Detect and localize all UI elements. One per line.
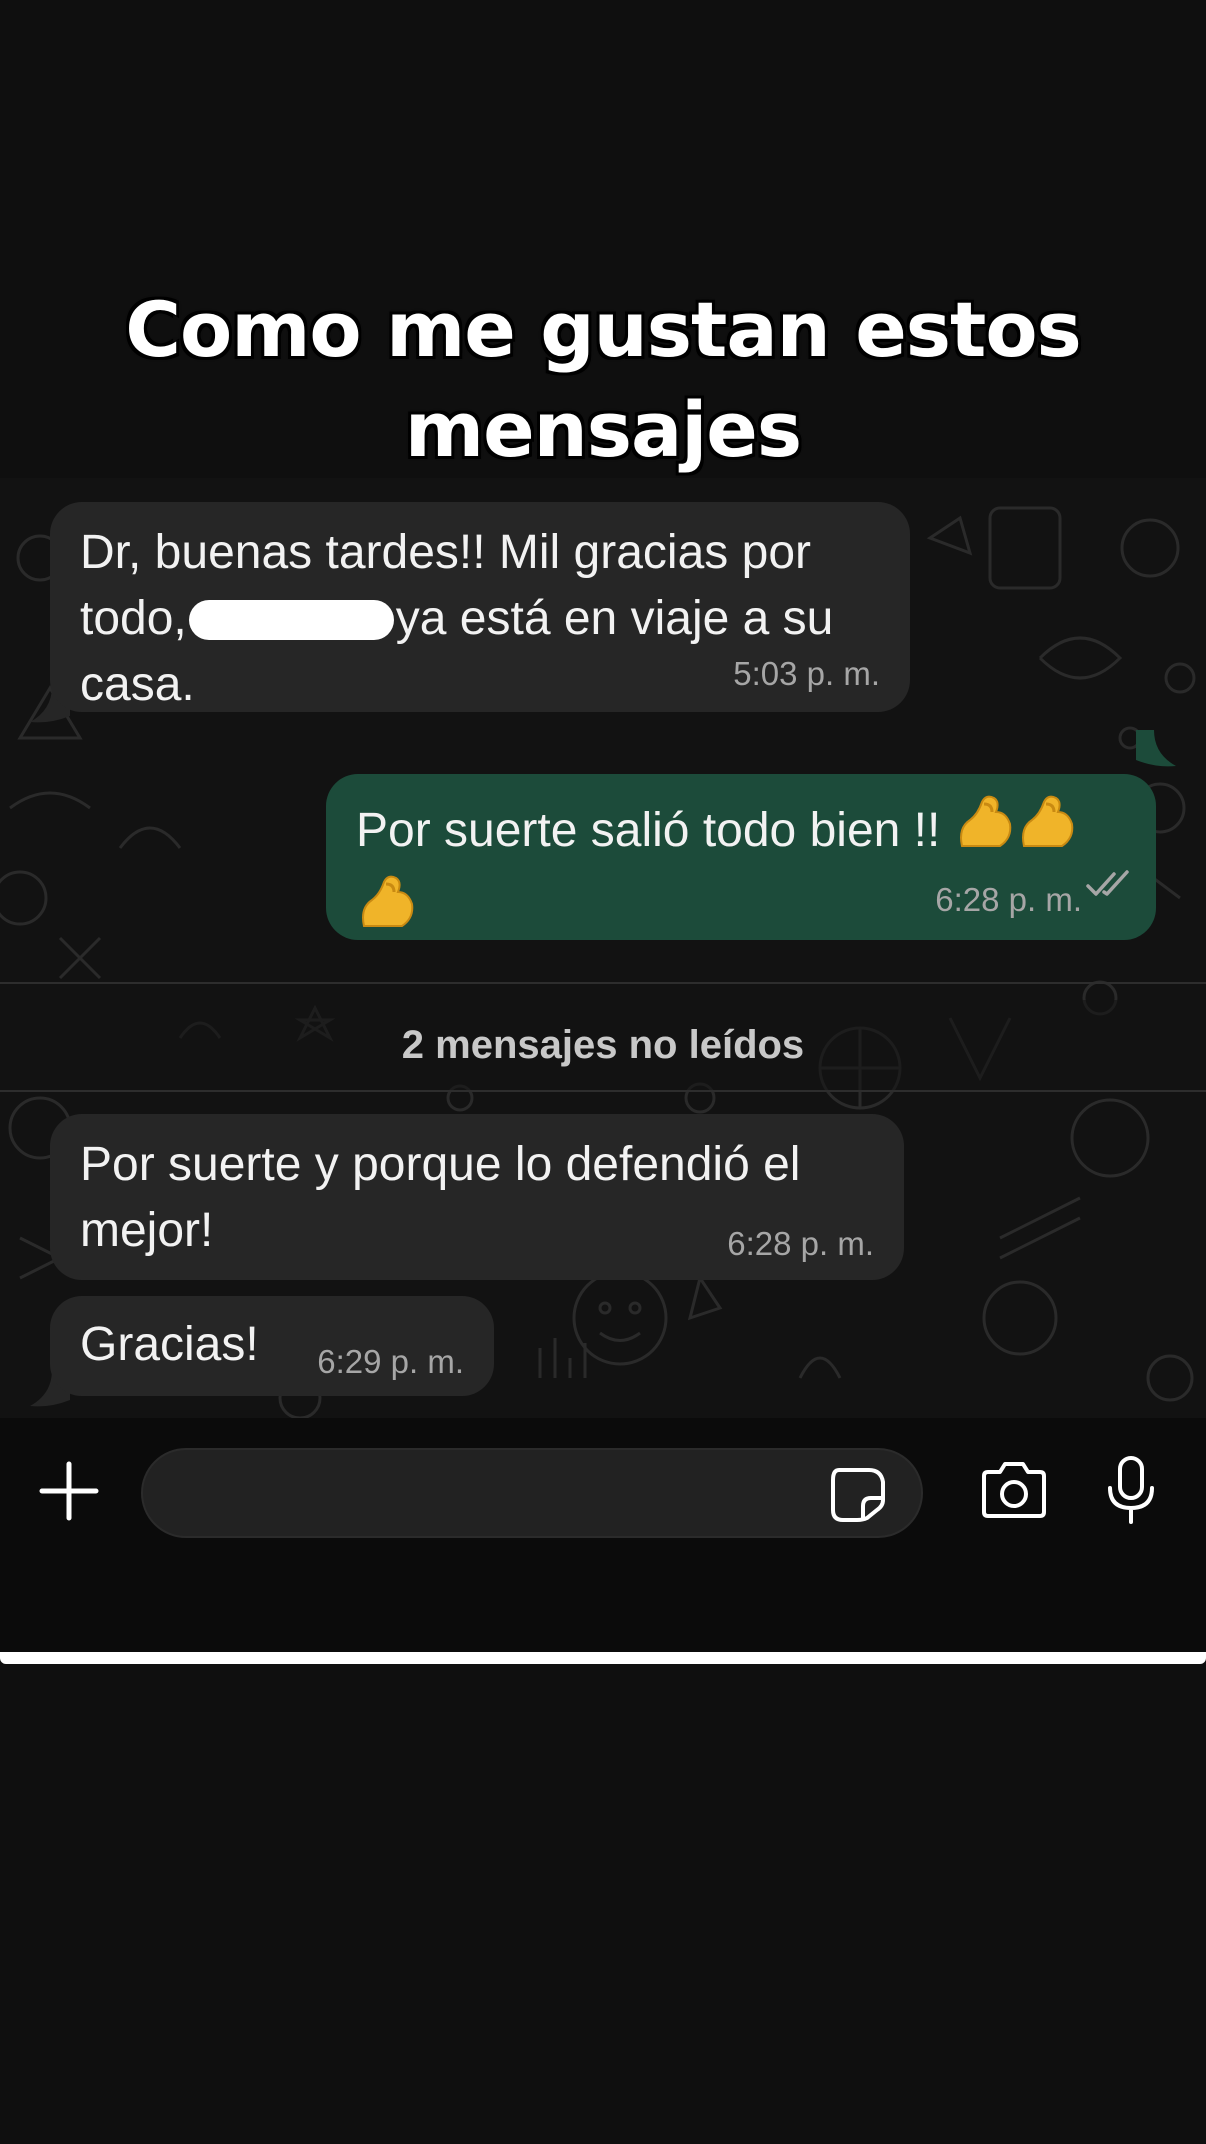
message-text-line: Dr, buenas tardes!! Mil gracias por (80, 526, 811, 579)
unread-messages-divider: 2 mensajes no leídos (0, 1000, 1206, 1090)
bubble-tail (1136, 730, 1176, 767)
message-text-part: todo, (80, 592, 187, 645)
message-time: 6:29 p. m. (317, 1343, 464, 1380)
flexed-biceps-icon (1016, 792, 1078, 872)
double-check-icon (1086, 852, 1132, 918)
message-text-line: Por suerte salió todo bien !! (356, 792, 1126, 872)
message-text-line: Por suerte y porque lo defendió el (80, 1138, 801, 1191)
message-time: 6:28 p. m. (727, 1225, 874, 1262)
camera-icon[interactable] (978, 1460, 1050, 1527)
message-time: 5:03 p. m. (733, 655, 880, 692)
video-caption: Como me gustan estos mensajes (0, 280, 1206, 480)
caption-line-2: mensajes (404, 385, 802, 474)
sticker-icon[interactable] (829, 1466, 887, 1529)
message-bubble-outgoing[interactable]: Por suerte salió todo bien !! 6:28 p. m. (326, 774, 1156, 940)
message-text: Por suerte salió todo bien !! (356, 804, 941, 857)
message-time: 6:28 p. m. (935, 881, 1082, 918)
chat-area[interactable]: Dr, buenas tardes!! Mil gracias por todo… (0, 478, 1206, 1418)
message-input[interactable] (173, 1450, 817, 1538)
message-bubble-incoming[interactable]: Por suerte y porque lo defendió el mejor… (50, 1114, 904, 1280)
message-input-field[interactable] (141, 1448, 923, 1538)
unread-divider-line (0, 982, 1206, 984)
flexed-biceps-icon (954, 792, 1016, 872)
unread-divider-line (0, 1090, 1206, 1092)
redacted-name (188, 600, 394, 640)
message-text-part: ya está en viaje a su (395, 592, 834, 645)
caption-line-1: Como me gustan estos (125, 285, 1082, 374)
message-bubble-incoming[interactable]: Gracias! 6:29 p. m. (50, 1296, 494, 1396)
plus-icon[interactable] (36, 1458, 102, 1529)
microphone-icon[interactable] (1104, 1454, 1158, 1533)
message-text-line: todo, ya está en viaje a su (80, 586, 880, 652)
message-bubble-incoming[interactable]: Dr, buenas tardes!! Mil gracias por todo… (50, 502, 910, 712)
flexed-biceps-icon (356, 872, 418, 952)
composer-bottom-edge (0, 1652, 1206, 1664)
